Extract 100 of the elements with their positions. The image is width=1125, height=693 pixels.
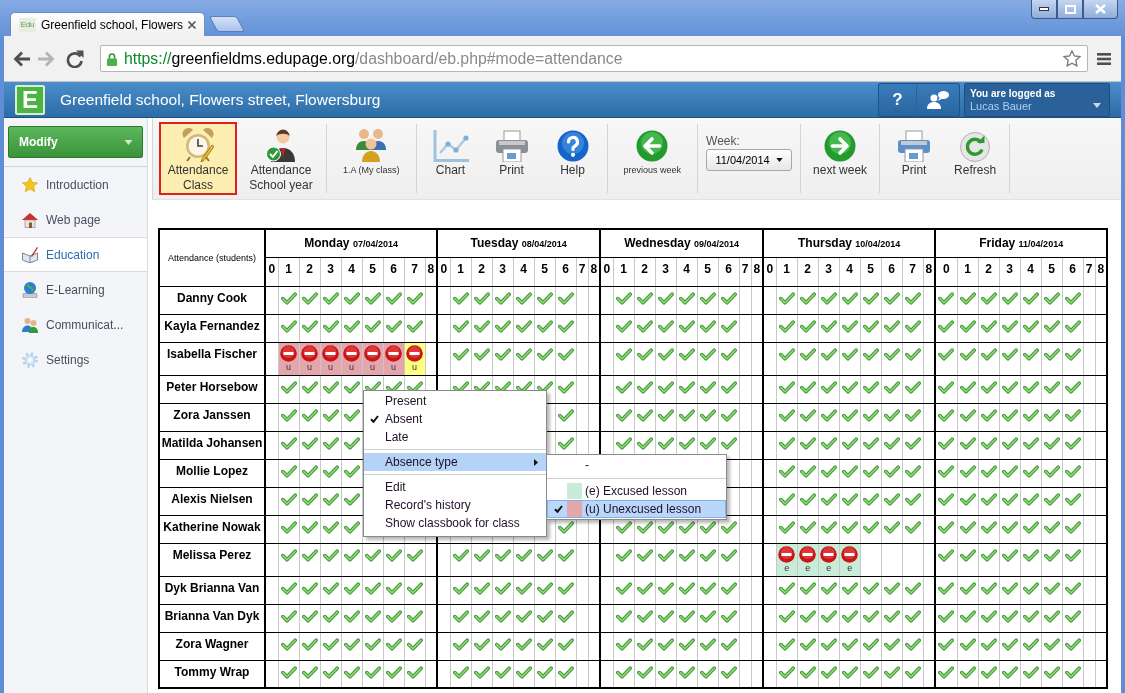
check-icon xyxy=(557,319,574,333)
toolbar-button[interactable]: next week xyxy=(807,122,874,195)
toolbar-button[interactable]: Help xyxy=(544,122,601,195)
sidebar-item[interactable]: Introduction xyxy=(4,167,147,202)
check-icon xyxy=(938,380,955,394)
menu-item[interactable]: Edit xyxy=(364,478,546,496)
sidebar-item[interactable]: E-Learning xyxy=(4,272,147,307)
check-icon xyxy=(494,609,511,623)
check-icon xyxy=(1064,492,1081,506)
check-icon xyxy=(799,408,816,422)
menu-item[interactable]: Absence type xyxy=(364,453,546,471)
check-icon xyxy=(301,609,318,623)
close-icon[interactable] xyxy=(188,20,196,29)
minimize-button[interactable] xyxy=(1031,0,1057,19)
toolbar-button[interactable]: Attendance School year xyxy=(242,122,320,195)
check-icon xyxy=(657,380,674,394)
toolbar-button[interactable]: Attendance Class xyxy=(159,122,237,195)
check-icon xyxy=(778,347,795,361)
globe-icon xyxy=(22,281,38,298)
check-icon xyxy=(938,548,955,562)
star-icon[interactable] xyxy=(1063,50,1081,67)
check-icon xyxy=(1022,319,1039,333)
profile-button[interactable] xyxy=(917,82,960,117)
sidebar-item[interactable]: Settings xyxy=(4,342,147,377)
check-icon xyxy=(1043,637,1060,651)
check-icon xyxy=(636,637,653,651)
period-number: 4 xyxy=(676,257,698,286)
check-icon xyxy=(678,408,695,422)
maximize-icon xyxy=(1064,4,1076,14)
check-icon xyxy=(720,665,737,679)
check-icon xyxy=(615,665,632,679)
close-icon xyxy=(1095,4,1106,14)
toolbar-button[interactable]: Refresh xyxy=(947,122,1004,195)
check-icon xyxy=(841,520,858,534)
check-icon xyxy=(820,609,837,623)
check-icon xyxy=(615,380,632,394)
check-icon xyxy=(364,637,381,651)
check-icon xyxy=(820,380,837,394)
sidebar-item[interactable]: Education xyxy=(4,237,147,272)
help-button[interactable]: ? xyxy=(878,82,917,117)
menu-icon[interactable] xyxy=(1097,52,1111,65)
check-icon xyxy=(778,637,795,651)
week-dropdown[interactable]: 11/04/2014 xyxy=(706,149,793,171)
close-button[interactable] xyxy=(1083,0,1118,19)
toolbar-button[interactable]: previous week xyxy=(613,122,692,195)
check-icon xyxy=(883,464,900,478)
check-icon xyxy=(799,581,816,595)
browser-tab[interactable]: Edu Greenfield school, Flowers xyxy=(10,12,205,36)
day-date: 10/04/2014 xyxy=(855,239,901,250)
check-icon xyxy=(883,436,900,450)
check-icon xyxy=(515,548,532,562)
check-icon xyxy=(515,347,532,361)
menu-item[interactable]: Present xyxy=(364,392,546,410)
check-icon xyxy=(615,548,632,562)
check-icon xyxy=(904,581,921,595)
check-icon xyxy=(322,380,339,394)
toolbar-button[interactable]: Chart xyxy=(422,122,479,195)
check-icon xyxy=(820,464,837,478)
check-icon xyxy=(678,347,695,361)
arrow-left-icon[interactable] xyxy=(12,50,30,67)
new-tab-button[interactable] xyxy=(208,16,246,32)
period-number: 0 xyxy=(935,257,958,286)
menu-item[interactable]: Show classbook for class xyxy=(364,514,546,532)
toolbar-button[interactable]: Print xyxy=(886,122,943,195)
check-icon xyxy=(799,637,816,651)
check-icon xyxy=(452,319,469,333)
check-icon xyxy=(494,581,511,595)
reload-icon[interactable] xyxy=(66,49,84,68)
check-icon xyxy=(841,319,858,333)
toolbar-button[interactable]: Print xyxy=(483,122,540,195)
check-icon xyxy=(699,380,716,394)
check-icon xyxy=(980,609,997,623)
menu-item[interactable]: Absent xyxy=(364,410,546,428)
check-icon xyxy=(536,291,553,305)
menu-item[interactable]: - xyxy=(547,456,726,474)
check-icon xyxy=(841,464,858,478)
check-icon xyxy=(883,665,900,679)
menu-item[interactable]: Record's history xyxy=(364,496,546,514)
maximize-button[interactable] xyxy=(1057,0,1083,19)
check-icon xyxy=(322,464,339,478)
account-menu[interactable]: You are logged as Lucas Bauer xyxy=(964,82,1110,117)
period-number: 0 xyxy=(600,257,614,286)
menu-item[interactable]: (u) Unexcused lesson xyxy=(547,500,726,518)
check-icon xyxy=(778,665,795,679)
check-icon xyxy=(720,347,737,361)
people-icon xyxy=(22,316,38,333)
student-name: Tommy Wrap xyxy=(159,660,265,688)
check-icon xyxy=(1022,380,1039,394)
period-number: 3 xyxy=(999,257,1021,286)
check-icon xyxy=(657,548,674,562)
sidebar-item[interactable]: Communicat... xyxy=(4,307,147,342)
toolbar-button[interactable]: 1.A (My class) xyxy=(333,122,410,195)
menu-item[interactable]: (e) Excused lesson xyxy=(547,482,726,500)
sidebar-item[interactable]: Web page xyxy=(4,202,147,237)
check-icon xyxy=(904,347,921,361)
check-icon xyxy=(385,548,402,562)
menu-item[interactable]: Late xyxy=(364,428,546,446)
address-bar[interactable]: https://greenfieldms.edupage.org/dashboard/eb.php#mode=attendance xyxy=(100,45,1088,72)
week-label: Week: xyxy=(706,134,741,148)
check-icon xyxy=(820,637,837,651)
